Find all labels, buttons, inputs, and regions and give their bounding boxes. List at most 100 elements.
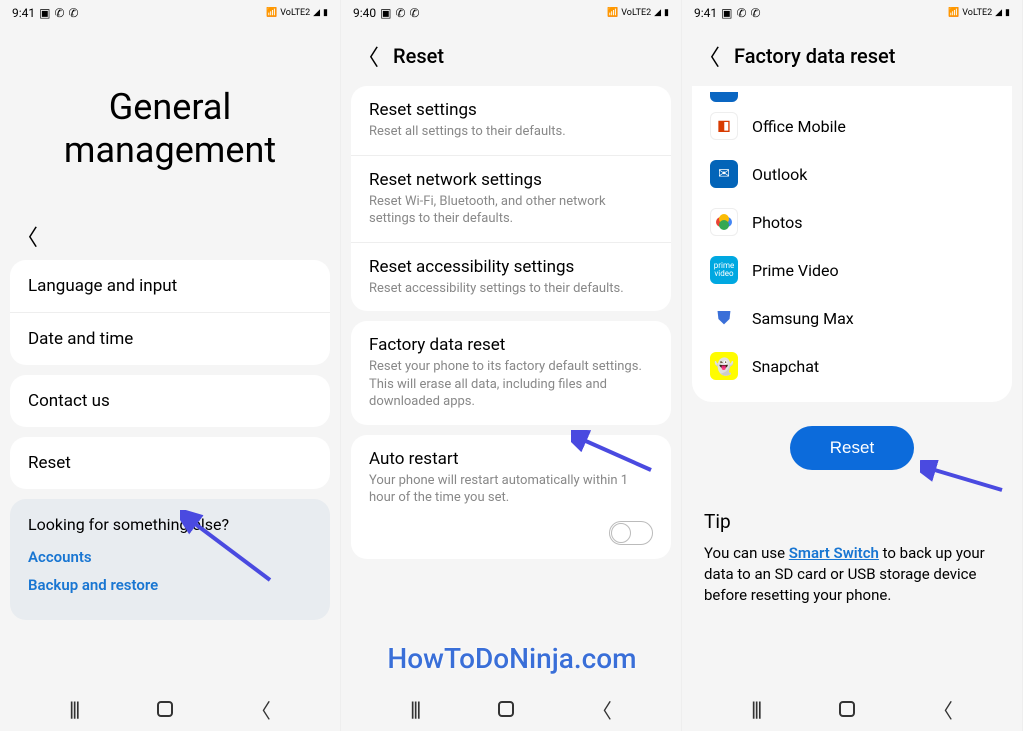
link-accounts[interactable]: Accounts: [28, 548, 312, 566]
nav-back-icon[interactable]: 〈: [251, 695, 271, 724]
status-time: 9:41: [694, 6, 717, 20]
wifi-icon: 📶: [948, 8, 959, 18]
item-date-time[interactable]: Date and time: [10, 313, 330, 365]
setting-desc: Reset your phone to its factory default …: [369, 358, 653, 411]
app-row: Photos: [692, 198, 1012, 246]
battery-icon: ▮: [323, 8, 328, 18]
nav-home-icon[interactable]: [498, 701, 514, 717]
page-header: General management: [0, 26, 340, 212]
nav-back-icon[interactable]: 〈: [592, 695, 612, 724]
nav-home-icon[interactable]: [839, 701, 855, 717]
prime-video-icon: primevideo: [710, 256, 738, 284]
whatsapp-icon: ✆: [736, 6, 746, 20]
app-row: ✉ Outlook: [692, 150, 1012, 198]
page-title: Reset: [393, 44, 444, 68]
title-bar: 〈 Reset: [341, 26, 681, 86]
battery-icon: ▮: [664, 8, 669, 18]
volte-label: VoLTE2: [621, 8, 651, 18]
status-icon-gallery: ▣: [380, 6, 391, 20]
nav-bar: ||| 〈: [341, 687, 681, 731]
status-bar: 9:41 ▣ ✆ ✆ 📶 VoLTE2 ◢ ▮: [0, 0, 340, 26]
status-bar: 9:41 ▣ ✆ ✆ 📶 VoLTE2 ◢ ▮: [682, 0, 1022, 26]
setting-desc: Reset accessibility settings to their de…: [369, 280, 653, 298]
setting-desc: Reset all settings to their defaults.: [369, 123, 653, 141]
volte-label: VoLTE2: [962, 8, 992, 18]
setting-title: Factory data reset: [369, 335, 653, 355]
back-icon[interactable]: 〈: [357, 40, 379, 72]
screen-factory-reset: 9:41 ▣ ✆ ✆ 📶 VoLTE2 ◢ ▮ 〈 Factory data r…: [682, 0, 1023, 731]
whatsapp-icon: ✆: [395, 6, 405, 20]
app-row: 👻 Snapchat: [692, 342, 1012, 390]
reset-group-1: Reset settings Reset all settings to the…: [351, 86, 671, 311]
back-icon[interactable]: 〈: [698, 40, 720, 72]
whatsapp-icon: ✆: [69, 6, 79, 20]
samsung-max-icon: ⛊: [710, 304, 738, 332]
app-label: Samsung Max: [752, 309, 854, 328]
item-contact-us[interactable]: Contact us: [10, 375, 330, 427]
screen-reset: 9:40 ▣ ✆ ✆ 📶 VoLTE2 ◢ ▮ 〈 Reset Reset se…: [341, 0, 682, 731]
app-label: Prime Video: [752, 261, 839, 280]
item-reset-accessibility[interactable]: Reset accessibility settings Reset acces…: [351, 243, 671, 312]
linkedin-icon: [710, 92, 738, 102]
page-title: General management: [20, 86, 320, 172]
status-time: 9:40: [353, 6, 376, 20]
item-reset[interactable]: Reset: [10, 437, 330, 489]
settings-group-3: Reset: [10, 437, 330, 489]
tip-title: Tip: [704, 510, 1000, 533]
settings-group-2: Contact us: [10, 375, 330, 427]
nav-home-icon[interactable]: [157, 701, 173, 717]
item-reset-settings[interactable]: Reset settings Reset all settings to the…: [351, 86, 671, 156]
item-factory-reset[interactable]: Factory data reset Reset your phone to i…: [351, 321, 671, 425]
link-backup-restore[interactable]: Backup and restore: [28, 576, 312, 594]
app-row: ◧ Office Mobile: [692, 102, 1012, 150]
app-row: ⛊ Samsung Max: [692, 294, 1012, 342]
app-label: Photos: [752, 213, 803, 232]
signal-icon: ◢: [654, 8, 661, 18]
whatsapp-icon: ✆: [54, 6, 64, 20]
nav-back-icon[interactable]: 〈: [933, 695, 953, 724]
battery-icon: ▮: [1005, 8, 1010, 18]
nav-bar: ||| 〈: [682, 687, 1022, 731]
app-label: Snapchat: [752, 357, 819, 376]
app-label: Outlook: [752, 165, 807, 184]
signal-icon: ◢: [313, 8, 320, 18]
back-icon[interactable]: 〈: [16, 220, 38, 252]
status-icon-gallery: ▣: [721, 6, 732, 20]
screen-general-management: 9:41 ▣ ✆ ✆ 📶 VoLTE2 ◢ ▮ General manageme…: [0, 0, 341, 731]
whatsapp-icon: ✆: [410, 6, 420, 20]
nav-recent-icon[interactable]: |||: [69, 697, 78, 721]
app-list: x ◧ Office Mobile ✉ Outlook Photos prime…: [692, 86, 1012, 402]
setting-desc: Your phone will restart automatically wi…: [369, 472, 653, 507]
page-title: Factory data reset: [734, 44, 895, 68]
nav-bar: ||| 〈: [0, 687, 340, 731]
setting-title: Reset network settings: [369, 170, 653, 190]
item-auto-restart[interactable]: Auto restart Your phone will restart aut…: [351, 435, 671, 521]
app-label: Office Mobile: [752, 117, 846, 136]
footer-suggestions: Looking for something else? Accounts Bac…: [10, 499, 330, 620]
wifi-icon: 📶: [607, 8, 618, 18]
reset-button[interactable]: Reset: [790, 426, 914, 470]
whatsapp-icon: ✆: [751, 6, 761, 20]
status-time: 9:41: [12, 6, 35, 20]
office-icon: ◧: [710, 112, 738, 140]
tip-section: Tip You can use Smart Switch to back up …: [682, 480, 1022, 616]
reset-group-3: Auto restart Your phone will restart aut…: [351, 435, 671, 559]
item-language-input[interactable]: Language and input: [10, 260, 330, 313]
reset-group-2: Factory data reset Reset your phone to i…: [351, 321, 671, 425]
app-row-truncated: x: [692, 92, 1012, 102]
signal-icon: ◢: [995, 8, 1002, 18]
status-icon-gallery: ▣: [39, 6, 50, 20]
nav-recent-icon[interactable]: |||: [751, 697, 760, 721]
item-reset-network[interactable]: Reset network settings Reset Wi-Fi, Blue…: [351, 156, 671, 243]
auto-restart-toggle[interactable]: [609, 521, 653, 545]
snapchat-icon: 👻: [710, 352, 738, 380]
volte-label: VoLTE2: [280, 8, 310, 18]
title-bar: 〈 Factory data reset: [682, 26, 1022, 86]
setting-title: Reset settings: [369, 100, 653, 120]
photos-icon: [710, 208, 738, 236]
setting-title: Reset accessibility settings: [369, 257, 653, 277]
settings-group-1: Language and input Date and time: [10, 260, 330, 365]
smart-switch-link[interactable]: Smart Switch: [789, 544, 879, 562]
nav-recent-icon[interactable]: |||: [410, 697, 419, 721]
outlook-icon: ✉: [710, 160, 738, 188]
